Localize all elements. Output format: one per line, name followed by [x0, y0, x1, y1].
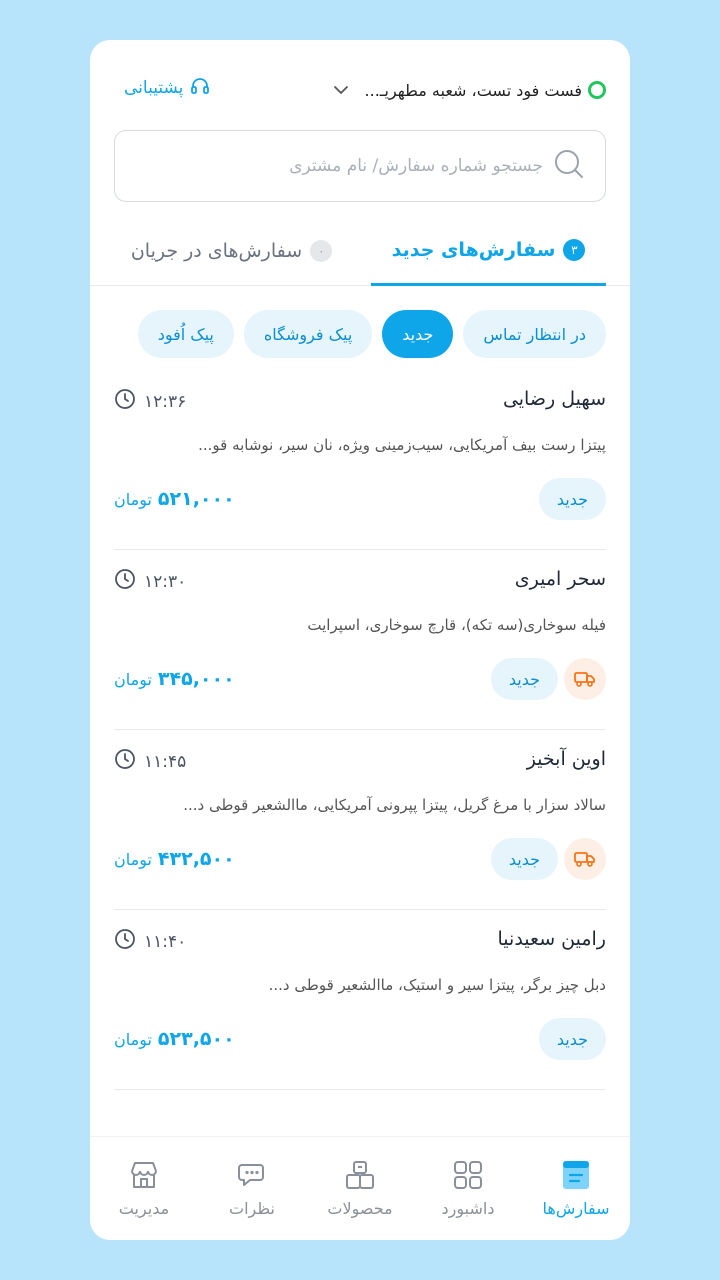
order-footer: جدید ۵۲۳,۵۰۰ تومان: [114, 1018, 606, 1060]
order-price: ۳۴۵,۰۰۰ تومان: [114, 658, 235, 700]
branch-selector[interactable]: فست فود تست، شعبه مطهریـ...: [331, 78, 606, 102]
order-items: پیتزا رست بیف آمریکایی، سیب‌زمینی ویژه، …: [198, 436, 606, 454]
search-input[interactable]: [163, 156, 543, 176]
status-badge: جدید: [538, 1018, 606, 1060]
order-price: ۵۲۳,۵۰۰ تومان: [114, 1018, 235, 1060]
order-time: ۱۱:۴۰: [114, 928, 186, 955]
nav-products[interactable]: محصولات: [306, 1137, 414, 1240]
price-unit: تومان: [114, 669, 152, 689]
time-value: ۱۱:۴۰: [144, 931, 187, 952]
nav-label: داشبورد: [441, 1199, 495, 1218]
bottom-nav: سفارش‌ها داشبورد محصولات نظرات مدیریت: [90, 1136, 630, 1240]
filter-new[interactable]: جدید: [382, 310, 454, 358]
support-button[interactable]: پشتیبانی: [124, 76, 211, 100]
nav-orders[interactable]: سفارش‌ها: [522, 1137, 630, 1240]
order-card[interactable]: رامین سعیدنیا ۱۱:۴۰ دبل چیز برگر، پیتزا …: [114, 910, 606, 1090]
status-badge: جدید: [490, 658, 558, 700]
customer-name: سهیل رضایی: [502, 388, 606, 410]
order-card[interactable]: اوین آبخیز ۱۱:۴۵ سالاد سزار با مرغ گریل،…: [114, 730, 606, 910]
tab-label: سفارش‌های در جریان: [130, 240, 303, 262]
branch-name: فست فود تست، شعبه مطهریـ...: [364, 80, 582, 100]
order-time: ۱۲:۳۶: [114, 388, 186, 415]
order-items: دبل چیز برگر، پیتزا سیر و استیک، ماالشعی…: [268, 976, 606, 994]
clock-icon: [114, 388, 136, 415]
search-box[interactable]: [114, 130, 606, 202]
nav-label: سفارش‌ها: [542, 1199, 610, 1218]
nav-label: مدیریت: [118, 1199, 170, 1218]
price-unit: تومان: [114, 849, 152, 869]
order-tabs: ۳ سفارش‌های جدید ۰ سفارش‌های در جریان: [90, 216, 630, 286]
orders-icon: [560, 1159, 592, 1191]
app-screen: فست فود تست، شعبه مطهریـ... پشتیبانی ۳ س…: [90, 40, 630, 1240]
tab-count-badge: ۰: [310, 240, 333, 262]
nav-dashboard[interactable]: داشبورد: [414, 1137, 522, 1240]
chevron-down-icon: [331, 80, 351, 100]
time-value: ۱۲:۳۶: [144, 391, 187, 412]
order-status: جدید: [538, 1018, 606, 1060]
filter-awaiting-call[interactable]: در انتظار تماس: [463, 310, 606, 358]
order-status: جدید: [490, 658, 606, 700]
order-status: جدید: [538, 478, 606, 520]
products-icon: [344, 1159, 376, 1191]
filter-ofood-courier[interactable]: پیک اُفود: [137, 310, 234, 358]
order-footer: جدید ۳۴۵,۰۰۰ تومان: [114, 658, 606, 700]
price-unit: تومان: [114, 489, 152, 509]
order-time: ۱۲:۳۰: [114, 568, 186, 595]
time-value: ۱۲:۳۰: [144, 571, 187, 592]
order-card[interactable]: سحر امیری ۱۲:۳۰ فیله سوخاری(سه تکه)، قار…: [114, 550, 606, 730]
nav-management[interactable]: مدیریت: [90, 1137, 198, 1240]
tab-count-badge: ۳: [563, 238, 586, 261]
clock-icon: [114, 928, 136, 955]
support-label: پشتیبانی: [124, 78, 184, 98]
status-badge: جدید: [538, 478, 606, 520]
order-footer: جدید ۵۲۱,۰۰۰ تومان: [114, 478, 606, 520]
clock-icon: [114, 748, 136, 775]
clock-icon: [114, 568, 136, 595]
filter-store-courier[interactable]: پیک فروشگاه: [243, 310, 373, 358]
nav-label: محصولات: [327, 1199, 393, 1218]
tab-new-orders[interactable]: ۳ سفارش‌های جدید: [371, 216, 606, 286]
orders-list: سهیل رضایی ۱۲:۳۶ پیتزا رست بیف آمریکایی،…: [114, 370, 606, 1090]
order-footer: جدید ۴۳۲,۵۰۰ تومان: [114, 838, 606, 880]
order-card[interactable]: سهیل رضایی ۱۲:۳۶ پیتزا رست بیف آمریکایی،…: [114, 370, 606, 550]
dashboard-icon: [452, 1159, 484, 1191]
comments-icon: [236, 1159, 268, 1191]
status-online-icon: [588, 81, 606, 99]
price-unit: تومان: [114, 1029, 152, 1049]
customer-name: سحر امیری: [514, 568, 606, 590]
order-items: سالاد سزار با مرغ گریل، پیتزا پپرونی آمر…: [183, 796, 606, 814]
header: فست فود تست، شعبه مطهریـ... پشتیبانی: [90, 40, 630, 135]
customer-name: رامین سعیدنیا: [497, 928, 606, 950]
tab-in-progress-orders[interactable]: ۰ سفارش‌های در جریان: [114, 216, 349, 286]
order-status: جدید: [490, 838, 606, 880]
customer-name: اوین آبخیز: [526, 748, 606, 770]
status-badge: جدید: [490, 838, 558, 880]
time-value: ۱۱:۴۵: [144, 751, 187, 772]
store-icon: [128, 1159, 160, 1191]
order-time: ۱۱:۴۵: [114, 748, 186, 775]
price-amount: ۵۲۳,۵۰۰: [157, 1028, 235, 1050]
price-amount: ۵۲۱,۰۰۰: [157, 488, 235, 510]
price-amount: ۳۴۵,۰۰۰: [157, 668, 235, 690]
headset-icon: [189, 75, 211, 102]
price-amount: ۴۳۲,۵۰۰: [157, 848, 235, 870]
order-price: ۴۳۲,۵۰۰ تومان: [114, 838, 235, 880]
delivery-truck-icon: [564, 658, 606, 700]
filter-chips: در انتظار تماس جدید پیک فروشگاه پیک اُفو…: [114, 310, 606, 358]
order-price: ۵۲۱,۰۰۰ تومان: [114, 478, 235, 520]
nav-comments[interactable]: نظرات: [198, 1137, 306, 1240]
search-icon: [553, 148, 585, 184]
order-items: فیله سوخاری(سه تکه)، قارچ سوخاری، اسپرای…: [307, 616, 606, 634]
tab-label: سفارش‌های جدید: [391, 238, 556, 261]
nav-label: نظرات: [229, 1199, 275, 1218]
delivery-truck-icon: [564, 838, 606, 880]
